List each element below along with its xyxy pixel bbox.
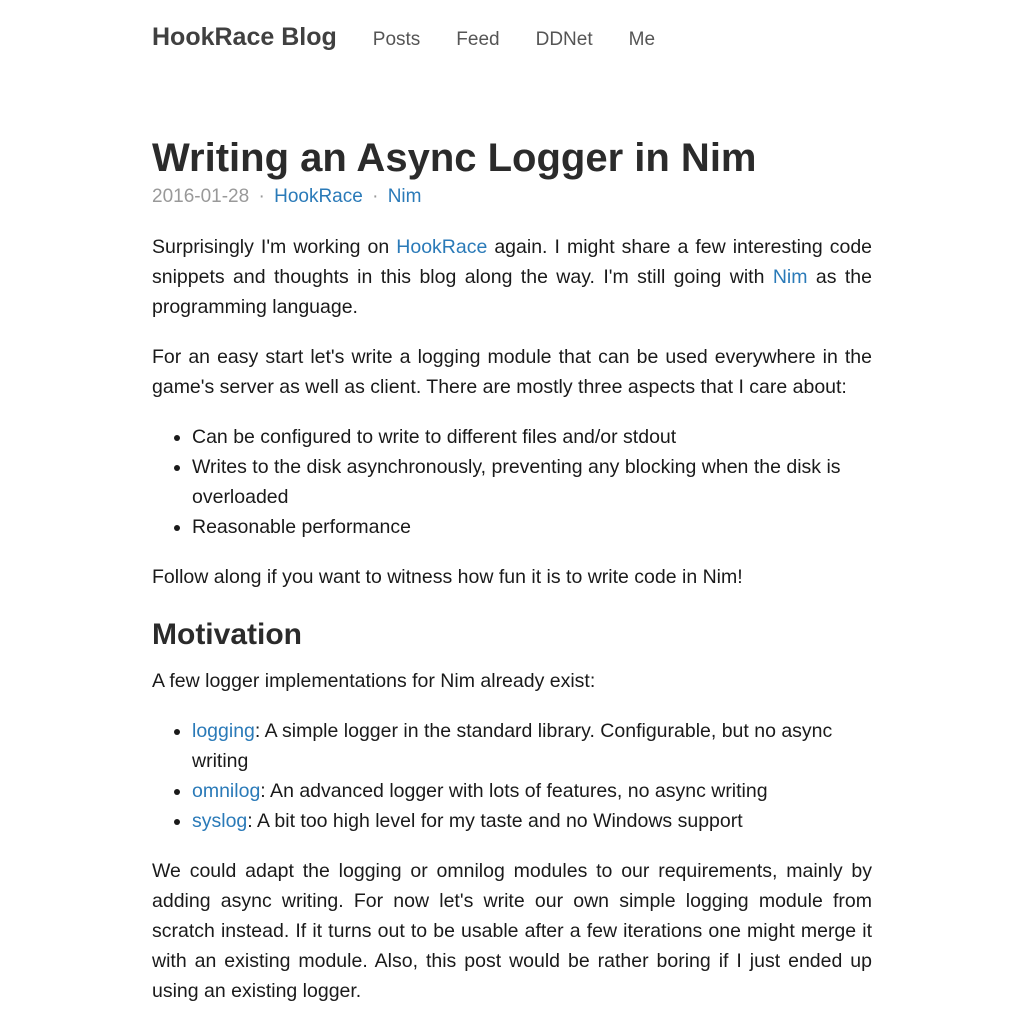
list-item: Writes to the disk asynchronously, preve…	[192, 452, 872, 512]
logger-description: : A bit too high level for my taste and …	[247, 810, 743, 832]
logger-description: : A simple logger in the standard librar…	[192, 720, 833, 772]
omnilog-link[interactable]: omnilog	[192, 780, 260, 802]
text-span: Surprisingly I'm working on	[152, 236, 397, 258]
meta-separator: ·	[258, 186, 265, 207]
syslog-link[interactable]: syslog	[192, 810, 247, 832]
list-item: omnilog: An advanced logger with lots of…	[192, 776, 872, 806]
post-title: Writing an Async Logger in Nim	[152, 136, 757, 180]
meta-separator: ·	[372, 186, 379, 207]
logger-description: : An advanced logger with lots of featur…	[260, 780, 768, 802]
intro-paragraph-3: Follow along if you want to witness how …	[152, 566, 743, 588]
site-nav: HookRace Blog Posts Feed DDNet Me	[152, 20, 655, 60]
motivation-paragraph-1: A few logger implementations for Nim alr…	[152, 670, 596, 692]
list-item: logging: A simple logger in the standard…	[192, 716, 872, 776]
nav-link-me[interactable]: Me	[629, 23, 655, 57]
logging-link[interactable]: logging	[192, 720, 255, 742]
tag-link-hookrace[interactable]: HookRace	[274, 186, 363, 207]
list-item: syslog: A bit too high level for my tast…	[192, 806, 872, 836]
post-date: 2016-01-28	[152, 186, 250, 207]
tag-link-nim[interactable]: Nim	[388, 186, 422, 207]
loggers-list: logging: A simple logger in the standard…	[152, 716, 872, 836]
aspects-list: Can be configured to write to different …	[152, 422, 872, 542]
intro-paragraph-2: For an easy start let's write a logging …	[152, 346, 872, 398]
post-meta: 2016-01-28 · HookRace · Nim	[152, 183, 421, 211]
nim-link[interactable]: Nim	[773, 266, 808, 288]
hookrace-link[interactable]: HookRace	[396, 236, 487, 258]
list-item: Can be configured to write to different …	[192, 422, 872, 452]
nav-link-feed[interactable]: Feed	[456, 23, 499, 57]
list-item: Reasonable performance	[192, 512, 872, 542]
site-brand-link[interactable]: HookRace Blog	[152, 20, 337, 54]
nav-link-ddnet[interactable]: DDNet	[536, 23, 593, 57]
section-heading-motivation: Motivation	[152, 618, 302, 651]
intro-paragraph-1: Surprisingly I'm working on HookRace aga…	[152, 232, 872, 322]
nav-link-posts[interactable]: Posts	[373, 23, 421, 57]
post-content: Surprisingly I'm working on HookRace aga…	[152, 232, 872, 1026]
motivation-paragraph-2: We could adapt the logging or omnilog mo…	[152, 860, 872, 1002]
